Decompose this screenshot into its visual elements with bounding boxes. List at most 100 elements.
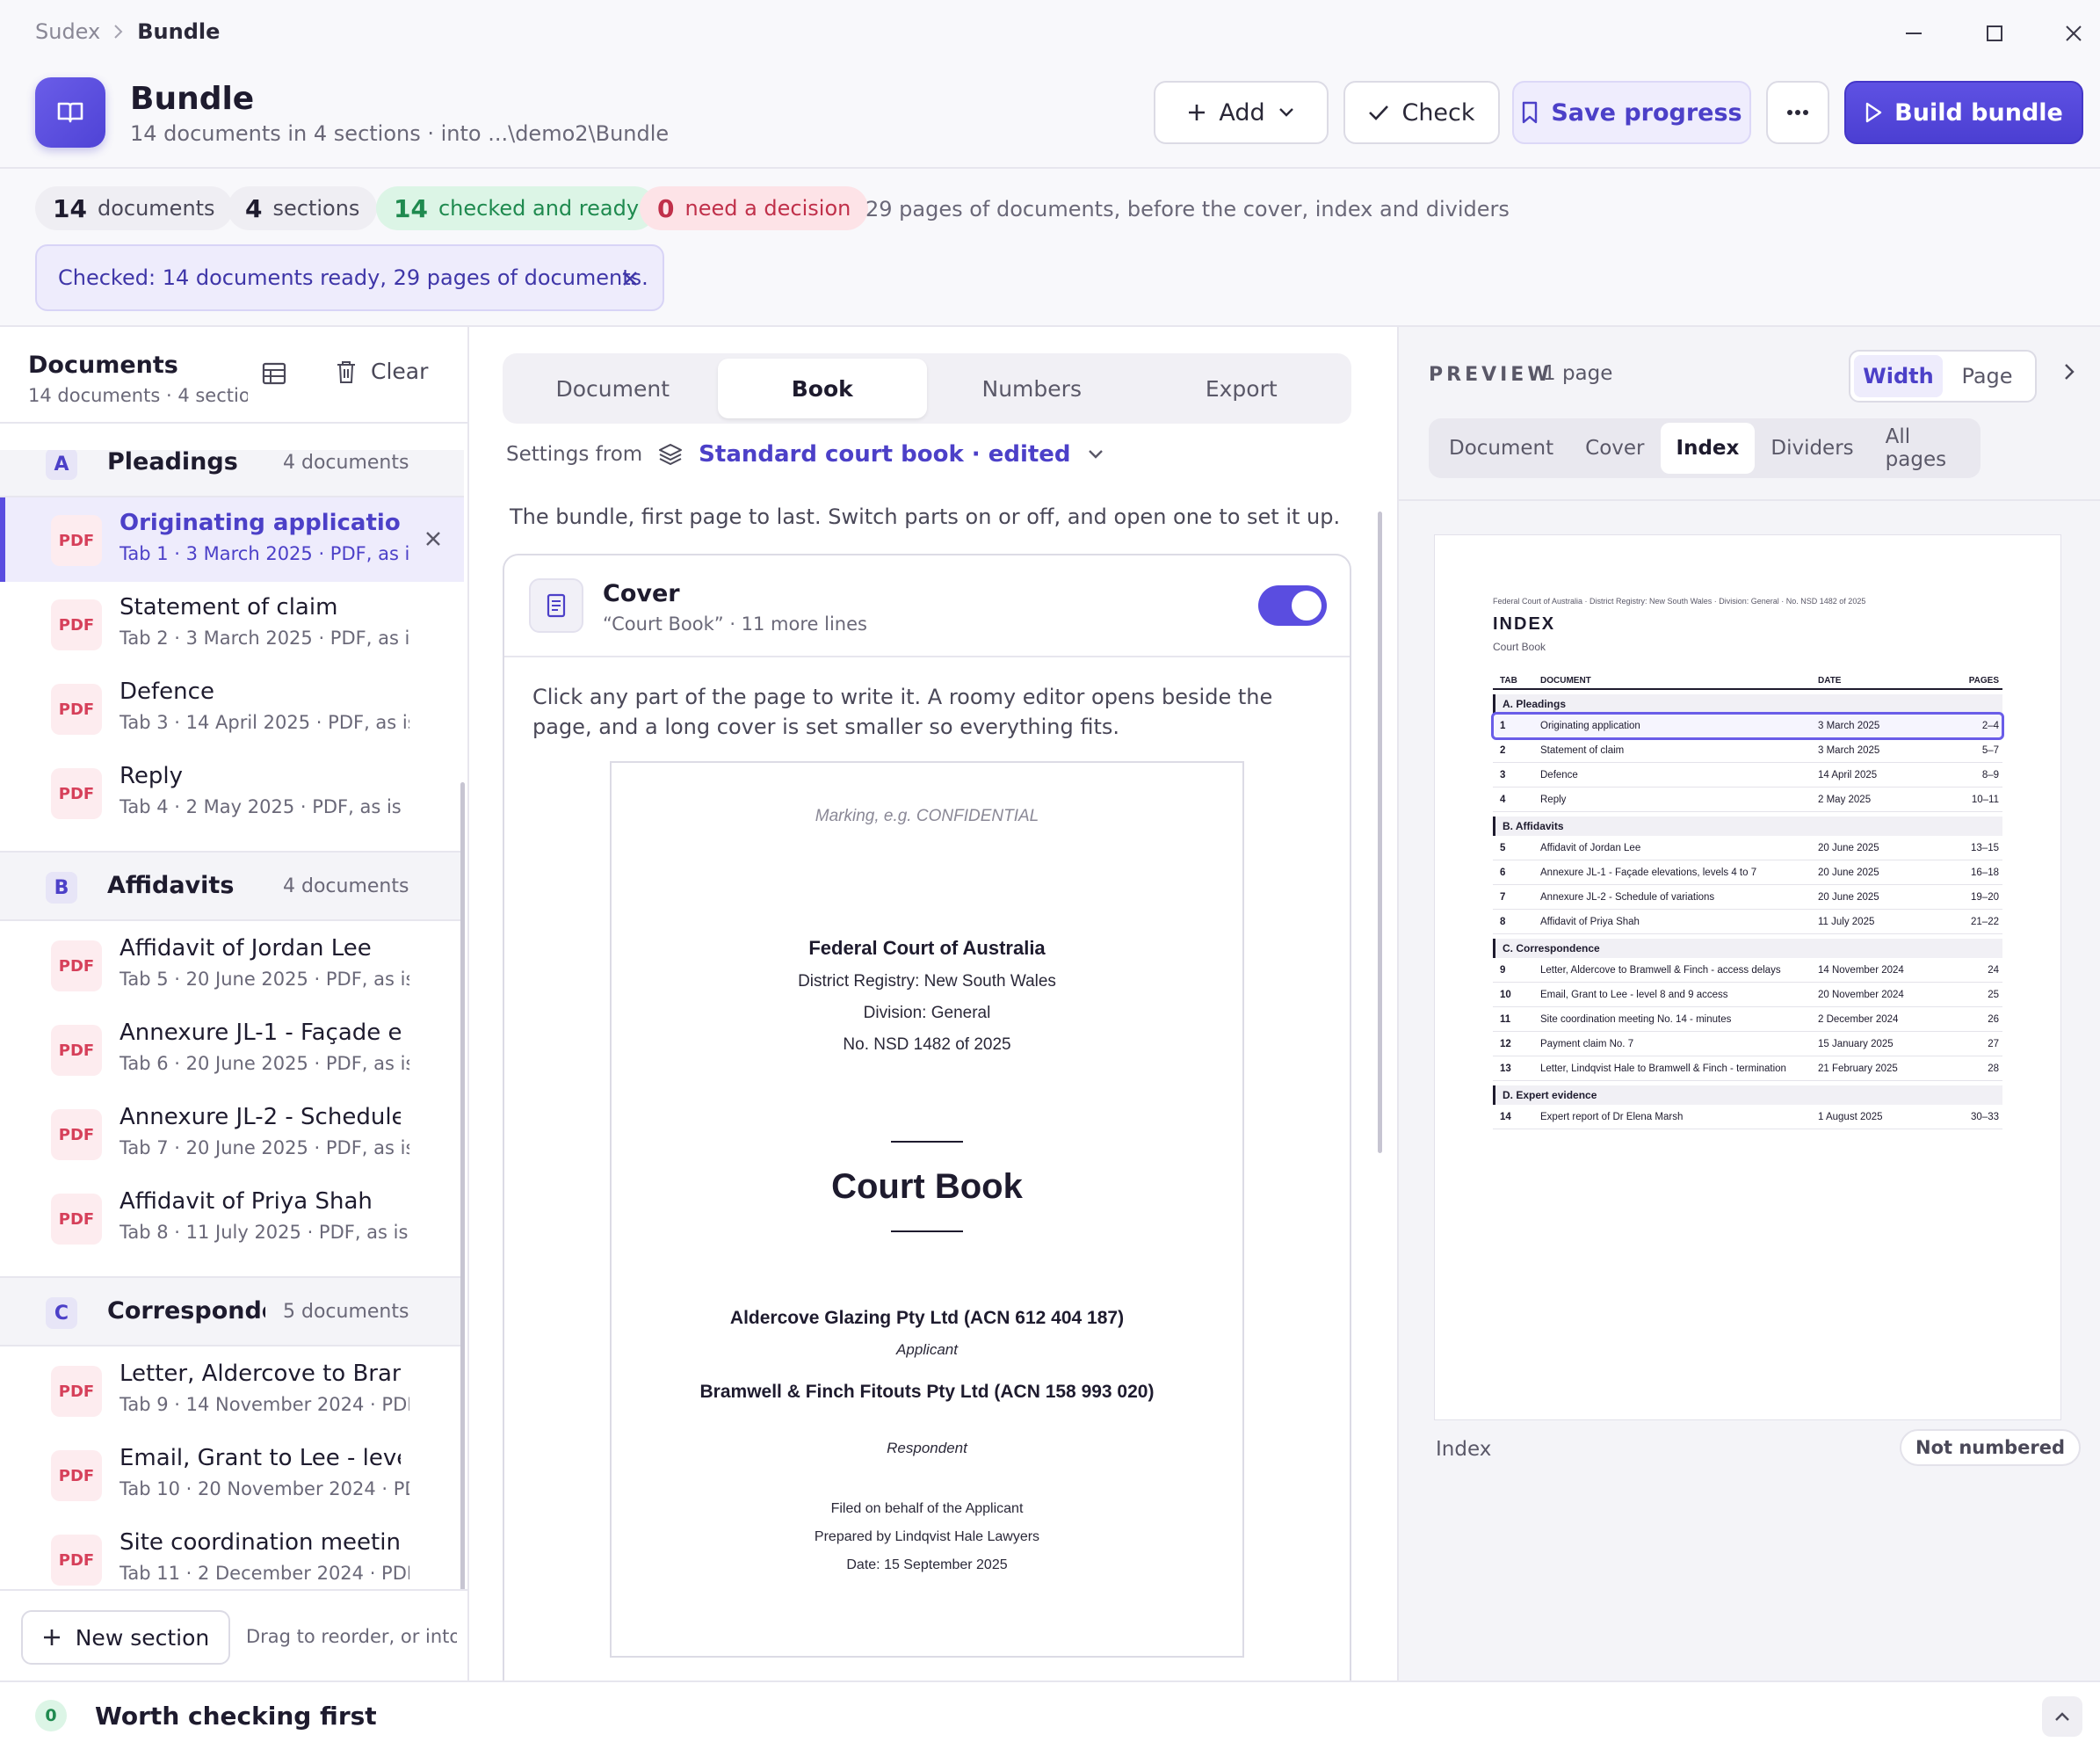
index-row[interactable]: 7 Annexure JL-2 - Schedule of variations 2… bbox=[1493, 885, 2002, 910]
list-item[interactable]: PDF Affidavit of Priya Shah Tab 8 · 11 J… bbox=[0, 1176, 464, 1260]
preview-part-name: Index bbox=[1436, 1438, 1492, 1461]
documents-title: Documents bbox=[28, 352, 178, 379]
ready-count-badge: 14 checked and ready bbox=[376, 186, 657, 230]
index-page-preview[interactable]: Federal Court of Australia · District Re… bbox=[1434, 534, 2061, 1420]
index-tab-number: 7 bbox=[1500, 892, 1506, 903]
index-date: 1 August 2025 bbox=[1818, 1112, 1883, 1122]
list-item[interactable]: PDF Letter, Aldercove to Bramwell & Finc… bbox=[0, 1348, 464, 1433]
tab-book[interactable]: Book bbox=[717, 359, 927, 418]
index-row[interactable]: 13 Letter, Lindqvist Hale to Bramwell & F… bbox=[1493, 1056, 2002, 1081]
preview-tab-all-pages[interactable]: All pages bbox=[1870, 423, 1976, 474]
preset-selector[interactable]: Settings from Standard court book · edit… bbox=[506, 441, 1104, 468]
list-item[interactable]: PDF Annexure JL-2 - Schedule of variatio… bbox=[0, 1092, 464, 1176]
section-name: Affidavits bbox=[107, 872, 235, 899]
cover-division-field[interactable]: Division: General bbox=[612, 1004, 1242, 1023]
index-table: TAB DOCUMENT DATE PAGES A. Pleadings 1 Ori… bbox=[1491, 672, 2004, 1129]
expand-panel-button[interactable] bbox=[2042, 1696, 2082, 1737]
trash-icon bbox=[336, 359, 357, 384]
build-bundle-button[interactable]: Build bundle bbox=[1844, 81, 2083, 144]
index-row[interactable]: 8 Affidavit of Priya Shah 11 July 2025 21–2… bbox=[1493, 910, 2002, 934]
title-bar: Sudex Bundle bbox=[0, 0, 2100, 67]
cover-card-header[interactable]: Cover “Court Book” · 11 more lines bbox=[504, 555, 1350, 657]
section-header-affidavits[interactable]: B Affidavits 4 documents bbox=[0, 851, 464, 921]
index-row[interactable]: 12 Payment claim No. 7 15 January 2025 27 bbox=[1493, 1032, 2002, 1056]
add-button[interactable]: Add bbox=[1154, 81, 1329, 144]
index-pages: 13–15 bbox=[1971, 843, 1999, 853]
chevron-right-icon bbox=[2063, 362, 2075, 381]
tab-numbers[interactable]: Numbers bbox=[927, 359, 1137, 418]
index-row[interactable]: 11 Site coordination meeting No. 14 - min… bbox=[1493, 1007, 2002, 1032]
breadcrumb: Sudex Bundle bbox=[35, 19, 220, 44]
list-item[interactable]: PDF Defence Tab 3 · 14 April 2025 · PDF,… bbox=[0, 666, 464, 751]
preview-tab-document[interactable]: Document bbox=[1433, 423, 1569, 474]
save-progress-button[interactable]: Save progress bbox=[1512, 81, 1751, 144]
preview-tab-index[interactable]: Index bbox=[1660, 423, 1756, 474]
check-button[interactable]: Check bbox=[1343, 81, 1500, 144]
sections-count: 4 bbox=[245, 193, 263, 223]
more-options-button[interactable] bbox=[1766, 81, 1829, 144]
section-letter: C bbox=[46, 1297, 77, 1329]
index-row[interactable]: 14 Expert report of Dr Elena Marsh 1 Augus… bbox=[1493, 1105, 2002, 1129]
index-row[interactable]: 5 Affidavit of Jordan Lee 20 June 2025 13–1… bbox=[1493, 836, 2002, 860]
list-item[interactable]: PDF Site coordination meeting No. 14 - m… bbox=[0, 1517, 464, 1593]
index-row[interactable]: 3 Defence 14 April 2025 8–9 bbox=[1493, 763, 2002, 788]
cover-applicant-field[interactable]: Aldercove Glazing Pty Ltd (ACN 612 404 1… bbox=[612, 1308, 1242, 1329]
chevron-right-icon bbox=[112, 23, 125, 40]
list-item[interactable]: PDF Annexure JL-1 - Façade elevations, l… bbox=[0, 1007, 464, 1092]
list-item[interactable]: PDF Email, Grant to Lee - level 8 and 9 … bbox=[0, 1433, 464, 1517]
cover-applicant-role[interactable]: Applicant bbox=[612, 1341, 1242, 1359]
breadcrumb-root[interactable]: Sudex bbox=[35, 19, 100, 44]
new-section-button[interactable]: New section bbox=[21, 1610, 230, 1665]
cover-respondent-role[interactable]: Respondent bbox=[612, 1440, 1242, 1457]
index-pages: 26 bbox=[1988, 1014, 1999, 1025]
decision-count-badge[interactable]: 0 need a decision bbox=[640, 186, 869, 230]
list-item[interactable]: PDF Originating application Tab 1 · 3 Ma… bbox=[0, 497, 464, 582]
clear-button[interactable]: Clear bbox=[336, 359, 428, 384]
cover-book-title-field[interactable]: Court Book bbox=[612, 1167, 1242, 1207]
documents-count: 14 bbox=[53, 193, 87, 223]
cover-registry-field[interactable]: District Registry: New South Wales bbox=[612, 972, 1242, 991]
remove-document-button[interactable] bbox=[418, 524, 448, 554]
index-row[interactable]: 6 Annexure JL-1 - Façade elevations, leve… bbox=[1493, 860, 2002, 885]
section-header-correspondence[interactable]: C Correspondence 5 documents bbox=[0, 1276, 464, 1346]
cover-court-field[interactable]: Federal Court of Australia bbox=[612, 937, 1242, 960]
documents-count-badge: 14 documents bbox=[35, 186, 233, 230]
dismiss-banner-button[interactable] bbox=[615, 264, 645, 294]
cover-marking-field[interactable]: Marking, e.g. CONFIDENTIAL bbox=[612, 807, 1242, 826]
table-view-button[interactable] bbox=[262, 362, 286, 385]
index-row[interactable]: 10 Email, Grant to Lee - level 8 and 9 ac… bbox=[1493, 983, 2002, 1007]
list-item[interactable]: PDF Reply Tab 4 · 2 May 2025 · PDF, as i… bbox=[0, 751, 464, 835]
index-row[interactable]: 1 Originating application 3 March 2025 2–4 bbox=[1491, 712, 2004, 740]
section-header-pleadings[interactable]: A Pleadings 4 documents bbox=[0, 450, 464, 497]
preview-tab-cover[interactable]: Cover bbox=[1569, 423, 1660, 474]
index-row[interactable]: 9 Letter, Aldercove to Bramwell & Finch -… bbox=[1493, 958, 2002, 983]
cover-respondent-field[interactable]: Bramwell & Finch Fitouts Pty Ltd (ACN 15… bbox=[699, 1378, 1155, 1406]
index-row[interactable]: 2 Statement of claim 3 March 2025 5–7 bbox=[1493, 738, 2002, 763]
preview-tabs: Document Cover Index Dividers All pages bbox=[1429, 418, 1981, 478]
cover-prepared-field[interactable]: Prepared by Lindqvist Hale Lawyers bbox=[612, 1529, 1242, 1545]
cover-filed-field[interactable]: Filed on behalf of the Applicant bbox=[612, 1501, 1242, 1517]
maximize-button[interactable] bbox=[1977, 16, 2012, 51]
document-list-scrollbar[interactable] bbox=[460, 782, 465, 1608]
cover-page-editor[interactable]: Marking, e.g. CONFIDENTIAL Federal Court… bbox=[610, 761, 1244, 1658]
worth-checking-label[interactable]: Worth checking first bbox=[95, 1702, 377, 1731]
document-icon bbox=[529, 578, 583, 633]
tab-document[interactable]: Document bbox=[508, 359, 718, 418]
index-row[interactable]: 4 Reply 2 May 2025 10–11 bbox=[1493, 788, 2002, 812]
collapse-preview-button[interactable] bbox=[2063, 362, 2075, 381]
document-name: Reply bbox=[119, 763, 184, 789]
list-item[interactable]: PDF Statement of claim Tab 2 · 3 March 2… bbox=[0, 582, 464, 666]
minimize-button[interactable] bbox=[1896, 16, 1931, 51]
fit-width-button[interactable]: Width bbox=[1854, 355, 1943, 397]
tab-export[interactable]: Export bbox=[1137, 359, 1347, 418]
preview-tab-dividers[interactable]: Dividers bbox=[1755, 423, 1869, 474]
fit-page-button[interactable]: Page bbox=[1943, 355, 2031, 397]
cover-number-field[interactable]: No. NSD 1482 of 2025 bbox=[612, 1035, 1242, 1055]
add-button-label: Add bbox=[1219, 98, 1265, 127]
cover-date-field[interactable]: Date: 15 September 2025 bbox=[612, 1557, 1242, 1573]
close-window-button[interactable] bbox=[2056, 16, 2091, 51]
cover-toggle[interactable] bbox=[1258, 585, 1327, 626]
settings-scrollbar[interactable] bbox=[1378, 512, 1382, 1153]
index-section-name: A. Pleadings bbox=[1503, 698, 1567, 710]
list-item[interactable]: PDF Affidavit of Jordan Lee Tab 5 · 20 J… bbox=[0, 923, 464, 1007]
